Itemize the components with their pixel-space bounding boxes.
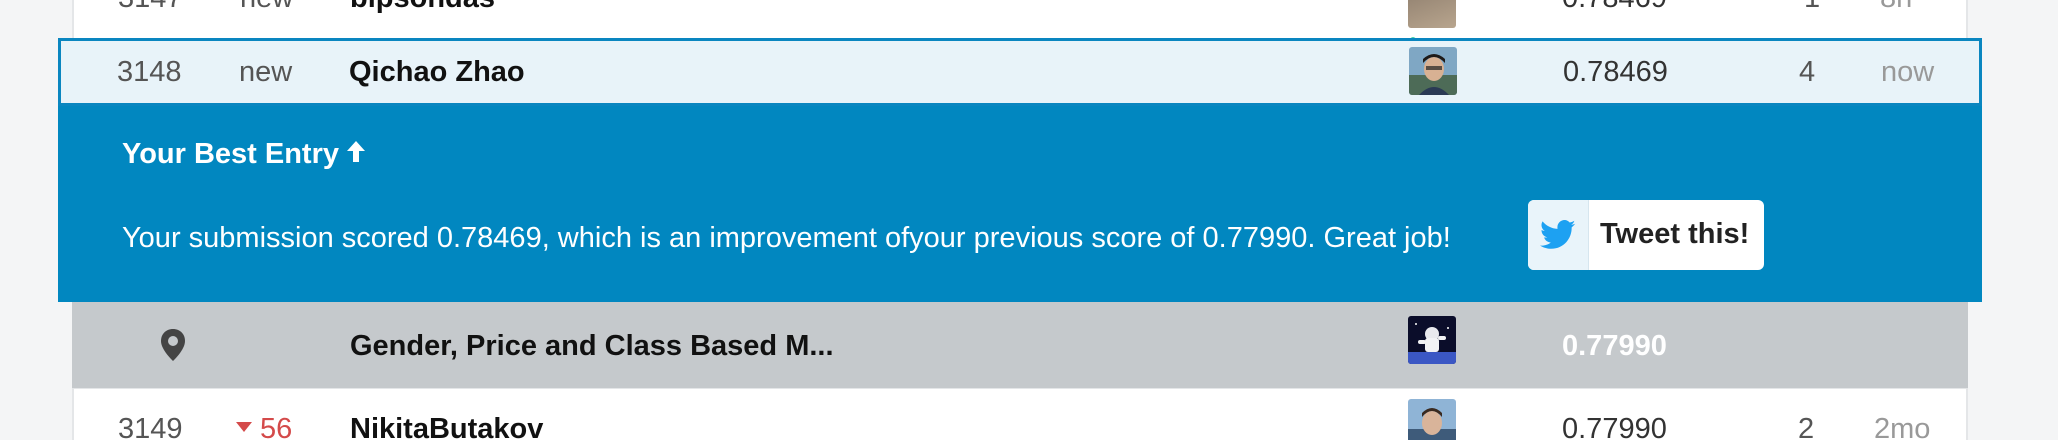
table-row-previous-best[interactable]: Gender, Price and Class Based M... 0.779… [72, 302, 1968, 395]
score-cell: 0.78469 [1563, 56, 1668, 88]
banner-title-text: Your Best Entry [122, 138, 340, 170]
avatar[interactable] [1409, 47, 1457, 95]
rank-cell: 3149 [118, 413, 183, 440]
entries-cell: 1 [1804, 0, 1820, 15]
twitter-bird-icon [1528, 200, 1589, 270]
table-row[interactable]: 3147 new bipsondas 0.78469 1 8h [72, 0, 1968, 38]
tweet-button-label: Tweet this! [1600, 218, 1750, 250]
score-cell: 0.77990 [1562, 413, 1667, 440]
tweet-button[interactable]: Tweet this! [1528, 200, 1764, 270]
team-name-link[interactable]: Qichao Zhao [349, 56, 525, 89]
arrow-up-icon [345, 138, 367, 171]
delta-cell: 56 [236, 413, 292, 440]
last-submission-cell: 2mo [1874, 413, 1931, 440]
banner-message: Your submission scored 0.78469, which is… [122, 222, 1451, 254]
score-cell: 0.77990 [1562, 330, 1667, 362]
member-dots [1410, 18, 1430, 38]
entries-cell: 2 [1798, 413, 1815, 440]
map-pin-icon [160, 328, 186, 370]
entries-cell: 4 [1799, 56, 1816, 88]
delta-cell: new [239, 56, 293, 88]
avatar[interactable] [1408, 399, 1456, 440]
member-dots [1411, 99, 1431, 124]
last-submission-cell: 8h [1880, 0, 1912, 15]
submission-name[interactable]: Gender, Price and Class Based M... [350, 330, 834, 363]
member-dots [1410, 370, 1430, 395]
triangle-down-icon [236, 422, 252, 433]
score-cell: 0.78469 [1562, 0, 1667, 15]
last-submission-cell: now [1881, 56, 1935, 88]
avatar[interactable] [1408, 316, 1456, 364]
table-row[interactable]: 3149 56 NikitaButakov 0.77990 2 2mo [72, 388, 1968, 440]
table-row-current[interactable]: 3148 new Qichao Zhao 0.78469 4 now [58, 38, 1982, 124]
banner-title: Your Best Entry [122, 138, 367, 171]
leaderboard: 3147 new bipsondas 0.78469 1 8h 3148 new… [0, 0, 2058, 440]
team-name-link[interactable]: NikitaButakov [350, 413, 543, 440]
delta-cell: new [240, 0, 293, 15]
delta-value: 56 [260, 413, 293, 440]
rank-cell: 3148 [117, 56, 182, 88]
team-name-link[interactable]: bipsondas [350, 0, 495, 15]
best-entry-banner: Your Best Entry Your submission scored 0… [58, 106, 1982, 302]
rank-cell: 3147 [118, 0, 183, 15]
